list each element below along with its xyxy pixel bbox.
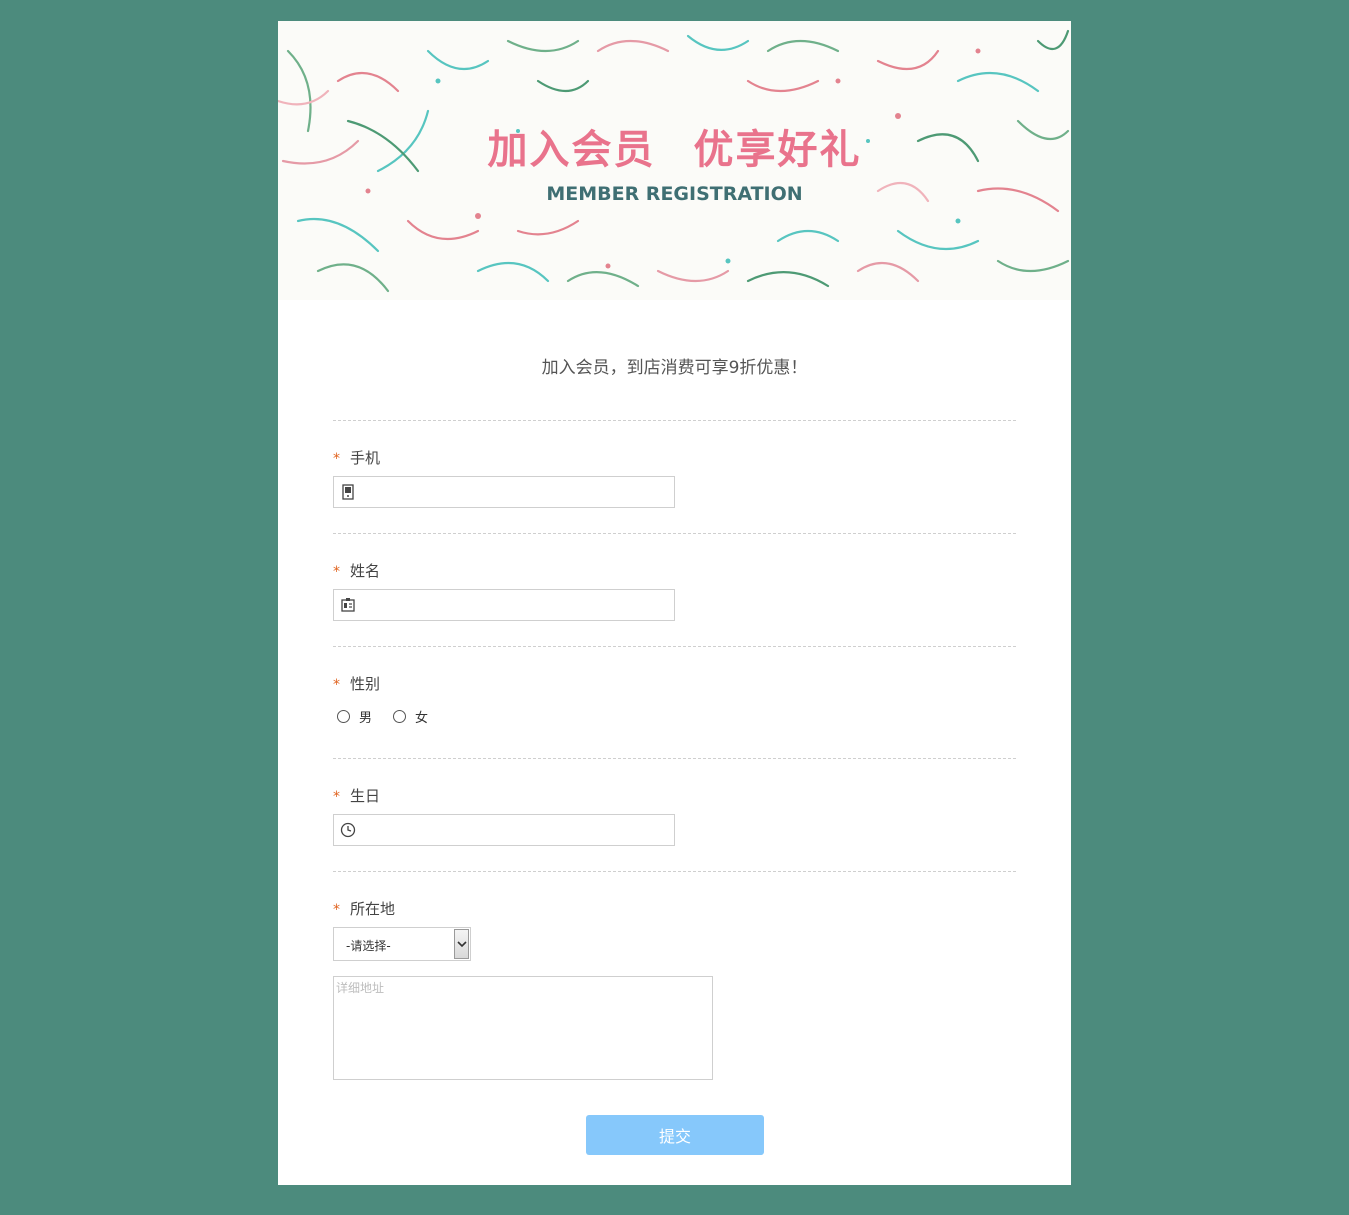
location-select-value: -请选择- [346,939,391,953]
required-mark: * [333,677,340,693]
chevron-down-icon [457,941,467,948]
required-mark: * [333,902,340,918]
submit-button[interactable]: 提交 [586,1115,764,1155]
birthday-input[interactable] [362,817,668,843]
divider [333,758,1016,759]
birthday-label: * 生日 [333,785,380,806]
gender-option-female[interactable]: 女 [393,707,428,726]
divider [333,420,1016,421]
banner-subtitle: MEMBER REGISTRATION [546,183,803,205]
gender-label-text: 性别 [350,675,381,693]
required-mark: * [333,789,340,805]
address-field[interactable] [333,976,713,1080]
radio-button[interactable] [393,710,406,723]
banner-title: 加入会员 优享好礼 [487,127,862,173]
address-textarea[interactable] [334,977,712,1079]
gender-option-label: 女 [415,711,429,726]
location-select[interactable]: -请选择- [333,927,471,961]
location-label: * 所在地 [333,898,395,919]
name-label: * 姓名 [333,560,380,581]
birthday-field[interactable] [333,814,675,846]
name-input[interactable] [362,592,668,618]
divider [333,871,1016,872]
gender-label: * 性别 [333,673,380,694]
clock-icon [340,822,356,838]
id-card-icon [341,598,355,612]
header-banner: 加入会员 优享好礼 MEMBER REGISTRATION [278,21,1071,300]
required-mark: * [333,564,340,580]
name-label-text: 姓名 [350,562,381,580]
dropdown-button[interactable] [454,929,469,959]
registration-card: 加入会员 优享好礼 MEMBER REGISTRATION 加入会员，到店消费可… [278,21,1071,1185]
birthday-label-text: 生日 [350,787,381,805]
gender-option-label: 男 [359,711,373,726]
divider [333,646,1016,647]
location-label-text: 所在地 [350,900,396,918]
phone-label: * 手机 [333,447,380,468]
required-mark: * [333,451,340,467]
name-field[interactable] [333,589,675,621]
phone-input[interactable] [362,479,668,505]
phone-label-text: 手机 [350,449,381,467]
phone-field[interactable] [333,476,675,508]
gender-option-male[interactable]: 男 [337,707,372,726]
phone-icon [342,484,354,500]
intro-text: 加入会员，到店消费可享9折优惠！ [541,358,808,378]
radio-button[interactable] [337,710,350,723]
divider [333,533,1016,534]
